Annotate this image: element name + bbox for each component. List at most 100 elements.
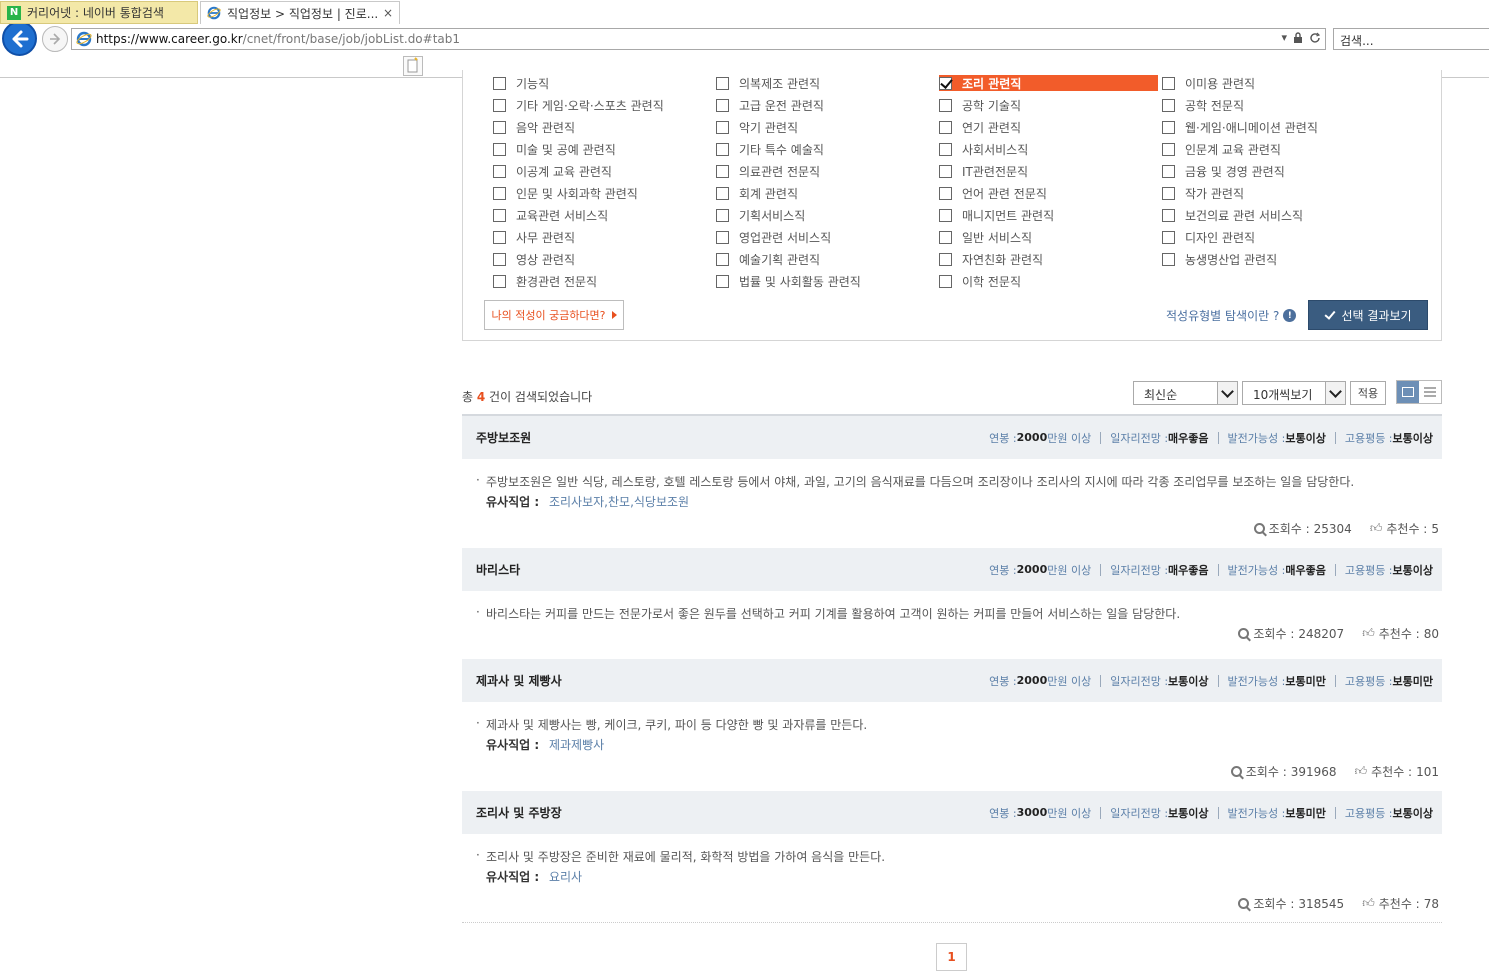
job-title[interactable]: 주방보조원 bbox=[476, 429, 531, 446]
apply-button[interactable]: 적용 bbox=[1350, 381, 1386, 405]
category-option[interactable]: 기타 특수 예술직 bbox=[716, 141, 824, 157]
category-checkbox[interactable] bbox=[939, 98, 952, 112]
category-checkbox[interactable] bbox=[716, 142, 729, 156]
category-option[interactable]: 일반 서비스직 bbox=[939, 229, 1032, 245]
sort-order-select[interactable]: 최신순 bbox=[1133, 381, 1238, 405]
category-checkbox[interactable] bbox=[1162, 98, 1175, 112]
category-option[interactable]: 영업관련 서비스직 bbox=[716, 229, 831, 245]
category-checkbox[interactable] bbox=[493, 252, 506, 266]
aptitude-test-button[interactable]: 나의 적성이 궁금하다면? bbox=[484, 300, 624, 330]
category-option[interactable]: 의복제조 관련직 bbox=[716, 75, 820, 91]
category-option[interactable]: 회계 관련직 bbox=[716, 185, 798, 201]
category-option[interactable]: 연기 관련직 bbox=[939, 119, 1021, 135]
category-checkbox[interactable] bbox=[1162, 76, 1175, 90]
forward-button[interactable] bbox=[42, 26, 68, 52]
category-option[interactable]: 기능직 bbox=[493, 75, 549, 91]
category-option[interactable]: 환경관련 전문직 bbox=[493, 273, 597, 289]
category-checkbox[interactable] bbox=[939, 230, 952, 244]
address-bar[interactable]: https://www.career.go.kr/cnet/front/base… bbox=[71, 28, 1326, 50]
category-checkbox[interactable] bbox=[716, 230, 729, 244]
aptitude-type-link[interactable]: 적성유형별 탐색이란 ? ! bbox=[1166, 307, 1297, 324]
category-checkbox[interactable] bbox=[493, 164, 506, 178]
category-checkbox[interactable] bbox=[716, 98, 729, 112]
category-checkbox[interactable] bbox=[493, 230, 506, 244]
category-checkbox[interactable] bbox=[1162, 142, 1175, 156]
category-checkbox[interactable] bbox=[1162, 252, 1175, 266]
new-tab-button[interactable] bbox=[403, 56, 423, 76]
category-option[interactable]: 미술 및 공예 관련직 bbox=[493, 141, 616, 157]
category-checkbox[interactable] bbox=[716, 76, 729, 90]
refresh-icon[interactable] bbox=[1309, 32, 1321, 44]
category-checkbox[interactable] bbox=[939, 186, 952, 200]
category-checkbox[interactable] bbox=[1162, 230, 1175, 244]
list-view-button[interactable] bbox=[1419, 381, 1441, 403]
category-checkbox[interactable] bbox=[493, 142, 506, 156]
view-selection-results-button[interactable]: 선택 결과보기 bbox=[1308, 300, 1428, 330]
dropdown-icon[interactable]: ▾ bbox=[1281, 31, 1287, 44]
category-checkbox[interactable] bbox=[939, 252, 952, 266]
category-option[interactable]: 인문계 교육 관련직 bbox=[1162, 141, 1281, 157]
job-title[interactable]: 조리사 및 주방장 bbox=[476, 804, 562, 821]
category-option[interactable]: 사무 관련직 bbox=[493, 229, 575, 245]
card-view-button[interactable] bbox=[1397, 381, 1419, 403]
category-option[interactable]: 공학 기술직 bbox=[939, 97, 1021, 113]
category-checkbox[interactable] bbox=[939, 142, 952, 156]
category-option[interactable]: 기타 게임·오락·스포츠 관련직 bbox=[493, 97, 664, 113]
category-checkbox[interactable] bbox=[493, 186, 506, 200]
category-checkbox[interactable] bbox=[939, 208, 952, 222]
browser-search-input[interactable]: 검색... bbox=[1333, 28, 1489, 50]
category-option[interactable]: 의료관련 전문직 bbox=[716, 163, 820, 179]
job-title[interactable]: 바리스타 bbox=[476, 561, 520, 578]
category-checkbox[interactable] bbox=[716, 208, 729, 222]
category-checkbox[interactable] bbox=[939, 164, 952, 178]
category-option[interactable]: 디자인 관련직 bbox=[1162, 229, 1255, 245]
category-option[interactable]: 언어 관련 전문직 bbox=[939, 185, 1047, 201]
thumbs-up-icon[interactable]: 👍︎ bbox=[1362, 626, 1375, 641]
category-option[interactable]: 농생명산업 관련직 bbox=[1162, 251, 1277, 267]
category-checkbox[interactable] bbox=[716, 252, 729, 266]
tab-naver-search[interactable]: N 커리어넷 : 네이버 통합검색 bbox=[0, 1, 198, 24]
category-option[interactable]: IT관련전문직 bbox=[939, 163, 1028, 179]
category-option[interactable]: 웹·게임·애니메이션 관련직 bbox=[1162, 119, 1318, 135]
thumbs-up-icon[interactable]: 👍︎ bbox=[1362, 896, 1375, 911]
similar-jobs-value[interactable]: 조리사보자,찬모,식당보조원 bbox=[549, 495, 689, 509]
category-option[interactable]: 공학 전문직 bbox=[1162, 97, 1244, 113]
category-checkbox[interactable] bbox=[716, 274, 729, 288]
page-number-current[interactable]: 1 bbox=[936, 943, 967, 971]
category-option[interactable]: 영상 관련직 bbox=[493, 251, 575, 267]
category-option[interactable]: 사회서비스직 bbox=[939, 141, 1028, 157]
category-option[interactable]: 금융 및 경영 관련직 bbox=[1162, 163, 1285, 179]
category-checkbox[interactable] bbox=[939, 76, 952, 90]
similar-jobs-value[interactable]: 제과제빵사 bbox=[549, 738, 604, 752]
back-button[interactable] bbox=[2, 21, 37, 56]
tab-job-info[interactable]: 직업정보 > 직업정보 | 진로... × bbox=[200, 1, 400, 24]
thumbs-up-icon[interactable]: 👍︎ bbox=[1370, 521, 1383, 536]
category-option[interactable]: 예술기획 관련직 bbox=[716, 251, 820, 267]
category-checkbox[interactable] bbox=[716, 186, 729, 200]
category-option[interactable]: 이미용 관련직 bbox=[1162, 75, 1255, 91]
job-title[interactable]: 제과사 및 제빵사 bbox=[476, 672, 562, 689]
category-option[interactable]: 조리 관련직 bbox=[939, 75, 1158, 91]
category-checkbox[interactable] bbox=[1162, 208, 1175, 222]
items-per-page-select[interactable]: 10개씩보기 bbox=[1242, 381, 1346, 405]
category-checkbox[interactable] bbox=[493, 120, 506, 134]
category-checkbox[interactable] bbox=[493, 98, 506, 112]
category-option[interactable]: 작가 관련직 bbox=[1162, 185, 1244, 201]
category-checkbox[interactable] bbox=[1162, 186, 1175, 200]
category-option[interactable]: 이학 전문직 bbox=[939, 273, 1021, 289]
category-option[interactable]: 매니지먼트 관련직 bbox=[939, 207, 1054, 223]
category-checkbox[interactable] bbox=[939, 274, 952, 288]
category-option[interactable]: 자연친화 관련직 bbox=[939, 251, 1043, 267]
lock-icon[interactable] bbox=[1293, 32, 1303, 43]
category-option[interactable]: 음악 관련직 bbox=[493, 119, 575, 135]
category-checkbox[interactable] bbox=[939, 120, 952, 134]
category-option[interactable]: 기획서비스직 bbox=[716, 207, 805, 223]
category-option[interactable]: 보건의료 관련 서비스직 bbox=[1162, 207, 1303, 223]
category-checkbox[interactable] bbox=[493, 208, 506, 222]
close-tab-icon[interactable]: × bbox=[383, 6, 393, 20]
category-checkbox[interactable] bbox=[493, 76, 506, 90]
category-option[interactable]: 교육관련 서비스직 bbox=[493, 207, 608, 223]
category-option[interactable]: 고급 운전 관련직 bbox=[716, 97, 824, 113]
thumbs-up-icon[interactable]: 👍︎ bbox=[1355, 764, 1368, 779]
category-checkbox[interactable] bbox=[1162, 120, 1175, 134]
